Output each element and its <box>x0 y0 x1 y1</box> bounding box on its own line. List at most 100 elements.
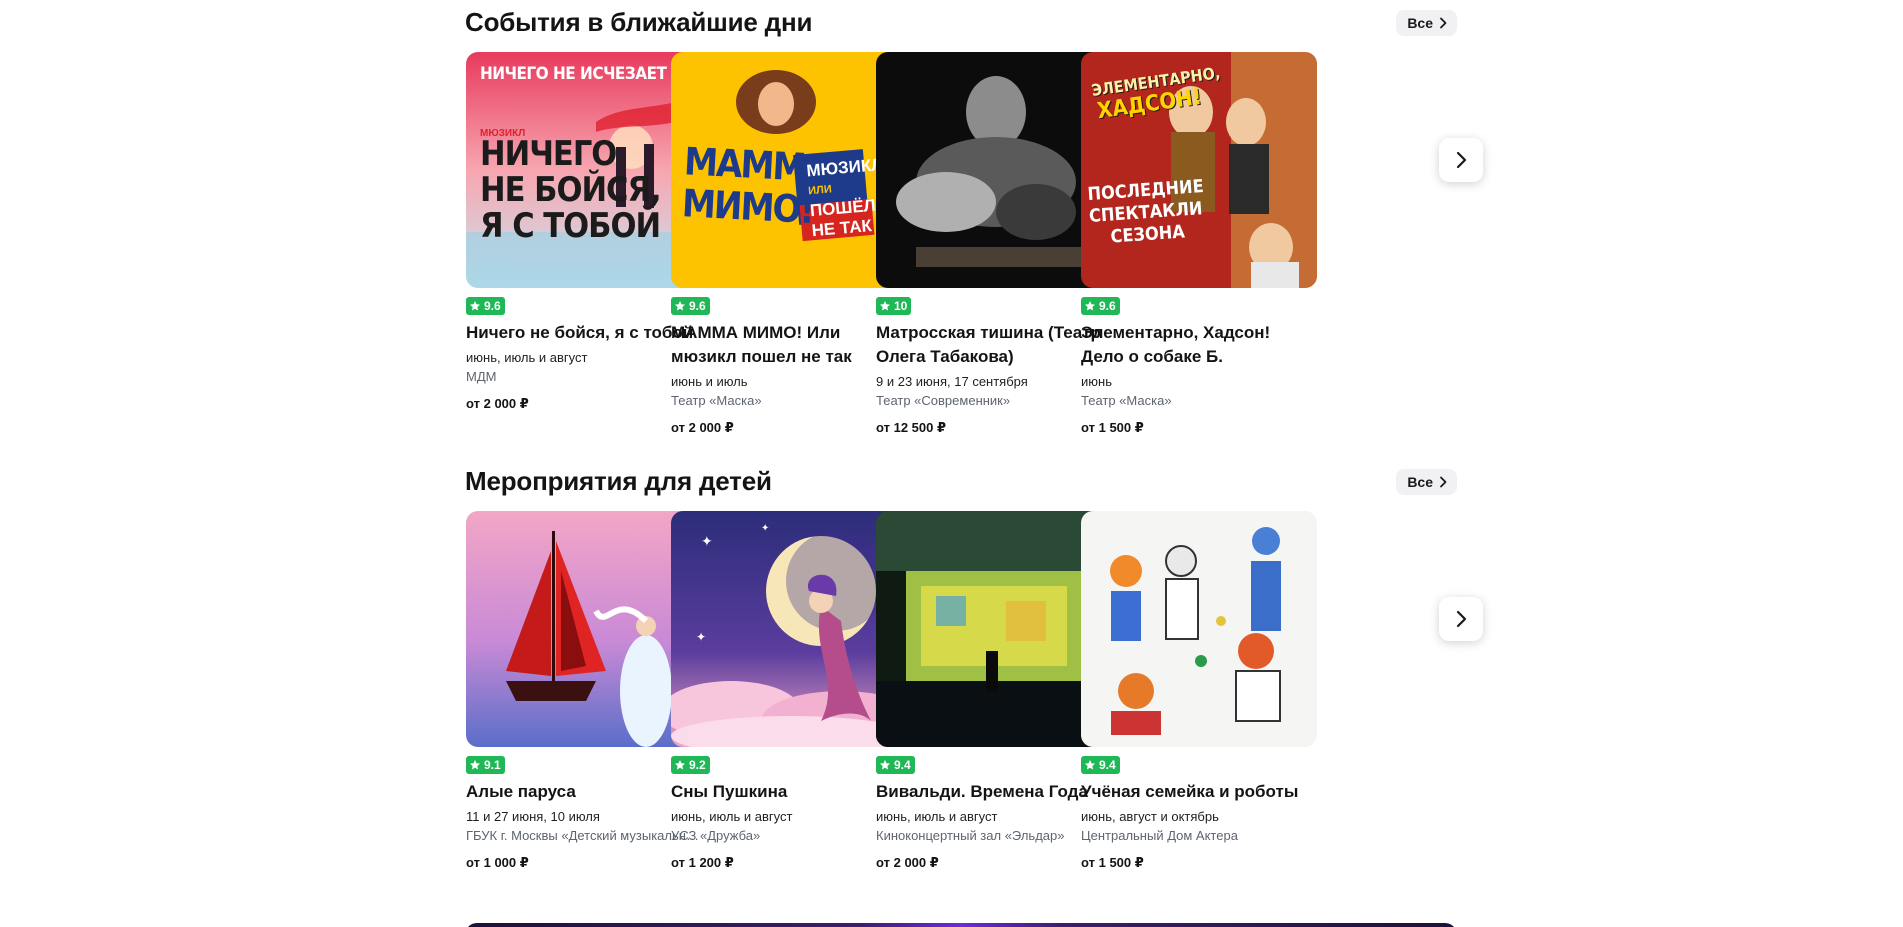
event-price: от 1 500 ₽ <box>1081 420 1144 435</box>
rating-value: 9.4 <box>894 758 911 772</box>
see-all-button[interactable]: Все <box>1396 469 1457 495</box>
poster-text: Я С ТОБОЙ <box>480 206 661 246</box>
event-poster[interactable]: ЭЛЕМЕНТАРНО, ХАДСОН! ПОСЛЕДНИЕ СПЕКТАКЛИ… <box>1081 52 1317 288</box>
poster-text: НЕ БОЙСЯ, <box>480 170 662 210</box>
event-card[interactable]: МАММА МИМО! МЮЗИКЛ ИЛИ ПОШЁЛ НЕ ТАК 9.6 … <box>671 52 907 437</box>
carousel-next-button[interactable] <box>1439 138 1483 182</box>
page: События в ближайшие дни Все НИЧЕГО НЕ ИС… <box>0 0 1903 927</box>
event-poster[interactable]: ✦ ✦ ✦ <box>671 511 907 747</box>
chevron-right-icon <box>1439 476 1447 488</box>
rating-value: 9.1 <box>484 758 501 772</box>
rating-badge: 9.6 <box>1081 297 1120 315</box>
event-poster[interactable] <box>876 52 1112 288</box>
event-dates: 11 и 27 июня, 10 июля <box>466 809 600 824</box>
event-venue[interactable]: ГБУК г. Москвы «Детский музыкальный теат… <box>466 826 702 846</box>
poster-text: НИЧЕГО <box>480 134 617 174</box>
event-poster[interactable]: МАММА МИМО! МЮЗИКЛ ИЛИ ПОШЁЛ НЕ ТАК <box>671 52 907 288</box>
carousel-next-button[interactable] <box>1439 597 1483 641</box>
rating-badge: 9.4 <box>876 756 915 774</box>
event-poster[interactable] <box>466 511 702 747</box>
event-title[interactable]: Учёная семейка и роботы <box>1081 780 1317 804</box>
section-upcoming-events: События в ближайшие дни Все НИЧЕГО НЕ ИС… <box>465 6 1483 435</box>
event-poster[interactable] <box>876 511 1112 747</box>
section-header: События в ближайшие дни Все <box>465 6 1457 38</box>
event-dates: 9 и 23 июня, 17 сентября <box>876 374 1028 389</box>
event-venue[interactable]: Киноконцертный зал «Эльдар» <box>876 826 1112 846</box>
event-dates: июнь, август и октябрь <box>1081 809 1219 824</box>
star-icon <box>675 760 685 770</box>
event-card[interactable]: 9.4 Вивальди. Времена Года июнь, июль и … <box>876 511 1112 872</box>
section-title: Мероприятия для детей <box>465 466 772 496</box>
event-card[interactable]: НИЧЕГО НЕ ИСЧЕЗАЕТ МЮЗИКЛ НИЧЕГО НЕ БОЙС… <box>466 52 702 413</box>
event-price: от 12 500 ₽ <box>876 420 947 435</box>
chevron-right-icon <box>1456 151 1467 169</box>
rating-badge: 9.6 <box>671 297 710 315</box>
star-icon <box>880 760 890 770</box>
event-card[interactable]: ✦ ✦ ✦ 9.2 Сны Пушкина июнь, июль и авгус… <box>671 511 907 872</box>
event-card[interactable]: 9.4 Учёная семейка и роботы июнь, август… <box>1081 511 1317 872</box>
event-price: от 2 000 ₽ <box>466 396 529 411</box>
rating-value: 10 <box>894 299 908 313</box>
event-venue[interactable]: МДМ <box>466 367 702 387</box>
event-venue[interactable]: Театр «Современник» <box>876 391 1112 411</box>
event-title[interactable]: Сны Пушкина <box>671 780 907 804</box>
event-dates: июнь, июль и август <box>671 809 793 824</box>
section-header: Мероприятия для детей Все <box>465 465 1457 497</box>
event-title[interactable]: МАММА МИМО! Или мюзикл пошел не так <box>671 321 907 369</box>
rating-value: 9.6 <box>484 299 501 313</box>
event-card[interactable]: 9.1 Алые паруса 11 и 27 июня, 10 июля ГБ… <box>466 511 702 872</box>
star-icon <box>470 760 480 770</box>
event-carousel: НИЧЕГО НЕ ИСЧЕЗАЕТ МЮЗИКЛ НИЧЕГО НЕ БОЙС… <box>465 52 1457 452</box>
rating-badge: 10 <box>876 297 912 315</box>
event-price: от 1 500 ₽ <box>1081 855 1144 870</box>
svg-text:✦: ✦ <box>701 533 713 549</box>
event-card[interactable]: ЭЛЕМЕНТАРНО, ХАДСОН! ПОСЛЕДНИЕ СПЕКТАКЛИ… <box>1081 52 1317 437</box>
rating-badge: 9.4 <box>1081 756 1120 774</box>
event-price: от 1 200 ₽ <box>671 855 734 870</box>
event-carousel: 9.1 Алые паруса 11 и 27 июня, 10 июля ГБ… <box>465 511 1457 911</box>
event-title[interactable]: Алые паруса <box>466 780 702 804</box>
rating-value: 9.6 <box>689 299 706 313</box>
event-dates: июнь <box>1081 374 1112 389</box>
event-poster[interactable] <box>1081 511 1317 747</box>
rating-value: 9.2 <box>689 758 706 772</box>
svg-text:✦: ✦ <box>696 630 706 644</box>
event-poster[interactable]: НИЧЕГО НЕ ИСЧЕЗАЕТ МЮЗИКЛ НИЧЕГО НЕ БОЙС… <box>466 52 702 288</box>
event-venue[interactable]: Театр «Маска» <box>1081 391 1317 411</box>
event-venue[interactable]: Центральный Дом Актера <box>1081 826 1317 846</box>
svg-text:✦: ✦ <box>761 523 769 534</box>
poster-title: НИЧЕГО НЕ БОЙСЯ, Я С ТОБОЙ <box>480 134 662 246</box>
star-icon <box>1085 301 1095 311</box>
event-price: от 2 000 ₽ <box>671 420 734 435</box>
star-icon <box>1085 760 1095 770</box>
chevron-right-icon <box>1456 610 1467 628</box>
event-venue[interactable]: Театр «Маска» <box>671 391 907 411</box>
star-icon <box>675 301 685 311</box>
event-dates: июнь, июль и август <box>876 809 998 824</box>
see-all-label: Все <box>1407 474 1433 490</box>
rating-value: 9.4 <box>1099 758 1116 772</box>
rating-badge: 9.2 <box>671 756 710 774</box>
star-icon <box>880 301 890 311</box>
event-title[interactable]: Ничего не бойся, я с тобой <box>466 321 702 345</box>
event-title[interactable]: Вивальди. Времена Года <box>876 780 1112 804</box>
star-icon <box>470 301 480 311</box>
event-dates: июнь и июль <box>671 374 748 389</box>
rating-badge: 9.1 <box>466 756 505 774</box>
rating-badge: 9.6 <box>466 297 505 315</box>
chevron-right-icon <box>1439 17 1447 29</box>
promo-banner[interactable] <box>465 923 1457 927</box>
event-title[interactable]: Элементарно, Хадсон! Дело о собаке Б. <box>1081 321 1317 369</box>
poster-subtitle: ПОСЛЕДНИЕ СПЕКТАКЛИ СЕЗОНА <box>1087 176 1208 250</box>
section-kids-events: Мероприятия для детей Все 9.1 Алые парус… <box>465 465 1483 870</box>
event-card[interactable]: 10 Матросская тишина (Театр Олега Табако… <box>876 52 1112 437</box>
event-venue[interactable]: УСЗ «Дружба» <box>671 826 907 846</box>
rating-value: 9.6 <box>1099 299 1116 313</box>
event-dates: июнь, июль и август <box>466 350 588 365</box>
see-all-button[interactable]: Все <box>1396 10 1457 36</box>
section-title: События в ближайшие дни <box>465 7 813 37</box>
poster-text: МИМО! <box>680 181 815 233</box>
event-title[interactable]: Матросская тишина (Театр Олега Табакова) <box>876 321 1112 369</box>
event-price: от 2 000 ₽ <box>876 855 939 870</box>
see-all-label: Все <box>1407 15 1433 31</box>
